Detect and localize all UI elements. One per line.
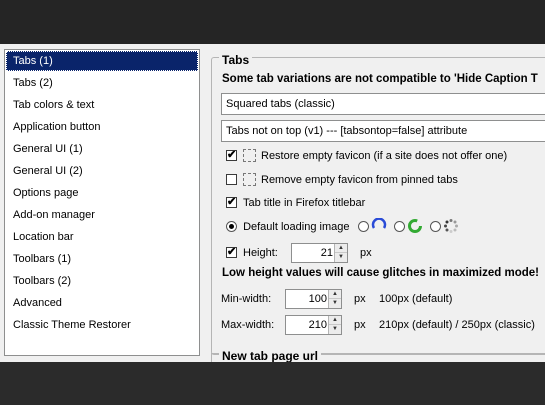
loading-option-radio-4[interactable]	[429, 220, 441, 232]
height-warning: Low height values will cause glitches in…	[222, 267, 539, 279]
height-checkbox[interactable]: ✔	[226, 246, 237, 258]
blue-throbber-icon	[371, 218, 386, 229]
sidebar-item-advanced[interactable]: Advanced	[6, 293, 198, 313]
restore-empty-favicon-row[interactable]: ✔ Restore empty favicon (if a site does n…	[226, 147, 507, 165]
spin-up-icon[interactable]: ▲	[329, 290, 341, 299]
min-width-spin-buttons[interactable]: ▲ ▼	[328, 290, 341, 308]
sidebar-item-classic-theme-restorer[interactable]: Classic Theme Restorer	[6, 315, 198, 335]
sidebar-item-options-page[interactable]: Options page	[6, 183, 198, 203]
settings-panel: Tabs Some tab variations are not compati…	[205, 44, 545, 362]
favicon-placeholder-icon	[243, 148, 256, 162]
category-list: Tabs (1) Tabs (2) Tab colors & text Appl…	[4, 49, 200, 356]
compatibility-warning: Some tab variations are not compatible t…	[222, 73, 538, 85]
max-width-hint: 210px (default) / 250px (classic)	[379, 319, 535, 331]
spin-up-icon[interactable]: ▲	[329, 316, 341, 325]
sidebar-item-addon-manager[interactable]: Add-on manager	[6, 205, 198, 225]
sidebar-item-toolbars-2[interactable]: Toolbars (2)	[6, 271, 198, 291]
sidebar-item-location-bar[interactable]: Location bar	[6, 227, 198, 247]
spin-down-icon[interactable]: ▼	[335, 253, 347, 262]
loading-image-row: Default loading image	[226, 218, 463, 236]
tab-style-select[interactable]: Squared tabs (classic)	[221, 93, 545, 115]
sidebar-item-tabs-1[interactable]: Tabs (1)	[6, 51, 198, 71]
sidebar-item-toolbars-1[interactable]: Toolbars (1)	[6, 249, 198, 269]
loading-option-radio-2[interactable]	[357, 220, 369, 232]
sidebar-item-application-button[interactable]: Application button	[6, 117, 198, 137]
spin-down-icon[interactable]: ▼	[329, 299, 341, 308]
remove-empty-favicon-row[interactable]: Remove empty favicon from pinned tabs	[226, 171, 458, 189]
height-unit: px	[360, 247, 372, 259]
default-loading-radio[interactable]	[226, 220, 237, 232]
spin-down-icon[interactable]: ▼	[329, 325, 341, 334]
default-loading-label: Default loading image	[243, 221, 350, 233]
tab-title-titlebar-row[interactable]: ✔ Tab title in Firefox titlebar	[226, 194, 365, 212]
sidebar-item-tabs-2[interactable]: Tabs (2)	[6, 73, 198, 93]
height-spinner[interactable]: 21 ▲ ▼	[291, 243, 348, 263]
options-dialog: Tabs (1) Tabs (2) Tab colors & text Appl…	[0, 44, 545, 362]
min-width-label: Min-width:	[221, 293, 272, 305]
max-width-unit: px	[354, 319, 366, 331]
remove-favicon-checkbox[interactable]	[226, 173, 237, 185]
height-label: Height:	[243, 247, 278, 259]
max-width-value: 210	[308, 319, 327, 331]
height-spin-buttons[interactable]: ▲ ▼	[334, 244, 347, 262]
max-width-spinner[interactable]: 210 ▲ ▼	[285, 315, 342, 335]
group-title-new-tab: New tab page url	[219, 349, 322, 362]
loading-option-radio-3[interactable]	[393, 220, 405, 232]
height-value: 21	[320, 247, 333, 259]
restore-favicon-checkbox[interactable]: ✔	[226, 149, 237, 161]
spin-up-icon[interactable]: ▲	[335, 244, 347, 253]
tab-title-titlebar-label: Tab title in Firefox titlebar	[243, 197, 366, 209]
tab-title-titlebar-checkbox[interactable]: ✔	[226, 196, 237, 208]
min-width-unit: px	[354, 293, 366, 305]
max-width-label: Max-width:	[221, 319, 275, 331]
window-bottom-dark-area	[0, 362, 545, 405]
max-width-spin-buttons[interactable]: ▲ ▼	[328, 316, 341, 334]
height-row: ✔ Height:	[226, 244, 278, 262]
sidebar-item-general-ui-1[interactable]: General UI (1)	[6, 139, 198, 159]
gray-throbber-icon	[443, 219, 458, 234]
sidebar-item-tab-colors[interactable]: Tab colors & text	[6, 95, 198, 115]
min-width-spinner[interactable]: 100 ▲ ▼	[285, 289, 342, 309]
window-top-dark-area	[0, 0, 545, 44]
min-width-value: 100	[308, 293, 327, 305]
tab-position-select[interactable]: Tabs not on top (v1) --- [tabsontop=fals…	[221, 120, 545, 142]
favicon-placeholder-icon	[243, 172, 256, 186]
green-throbber-icon	[407, 219, 422, 234]
min-width-hint: 100px (default)	[379, 293, 453, 305]
sidebar-item-general-ui-2[interactable]: General UI (2)	[6, 161, 198, 181]
restore-favicon-label: Restore empty favicon (if a site does no…	[261, 150, 508, 162]
remove-favicon-label: Remove empty favicon from pinned tabs	[261, 174, 458, 186]
group-title-tabs: Tabs	[219, 53, 253, 67]
